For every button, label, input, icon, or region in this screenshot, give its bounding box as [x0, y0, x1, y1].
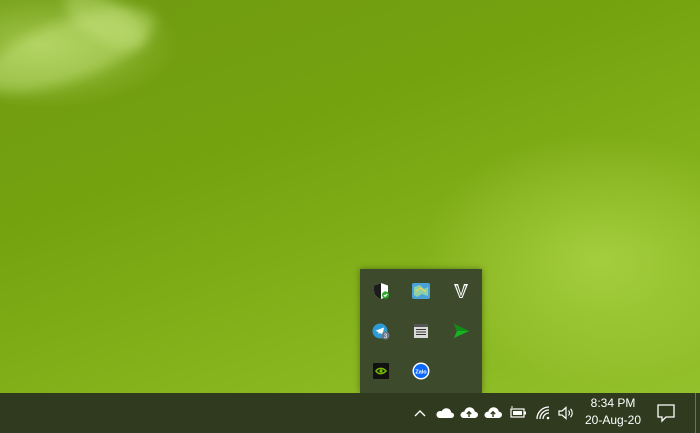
onedrive-cloud-icon[interactable]: [435, 403, 455, 423]
volume-speaker-icon[interactable]: [556, 403, 576, 423]
desktop-wallpaper: [0, 0, 700, 393]
show-desktop-button[interactable]: [695, 393, 696, 433]
v-app-icon[interactable]: [441, 271, 481, 311]
notes-app-icon[interactable]: [401, 311, 441, 351]
clock-date: 20-Aug-20: [584, 413, 642, 427]
map-app-icon[interactable]: [401, 271, 441, 311]
show-hidden-icons-chevron-up-icon[interactable]: [410, 403, 430, 423]
action-center-notification-icon[interactable]: [654, 402, 678, 424]
nvidia-icon[interactable]: [361, 351, 401, 391]
cloud-sync-icon[interactable]: [483, 403, 503, 423]
cloud-upload-icon[interactable]: [459, 403, 479, 423]
svg-text:Zalo: Zalo: [415, 369, 427, 375]
taskbar: 8:34 PM 20-Aug-20: [0, 393, 700, 433]
telegram-icon[interactable]: 3: [361, 311, 401, 351]
taskbar-clock[interactable]: 8:34 PM 20-Aug-20: [578, 395, 648, 431]
hidden-icons-flyout: 3 Zalo: [360, 269, 482, 393]
send-arrow-icon[interactable]: [441, 311, 481, 351]
windows-security-icon[interactable]: [361, 271, 401, 311]
clock-time: 8:34 PM: [590, 396, 636, 410]
network-wifi-icon[interactable]: [534, 403, 554, 423]
battery-charging-icon[interactable]: [508, 403, 528, 423]
zalo-icon[interactable]: Zalo: [401, 351, 441, 391]
